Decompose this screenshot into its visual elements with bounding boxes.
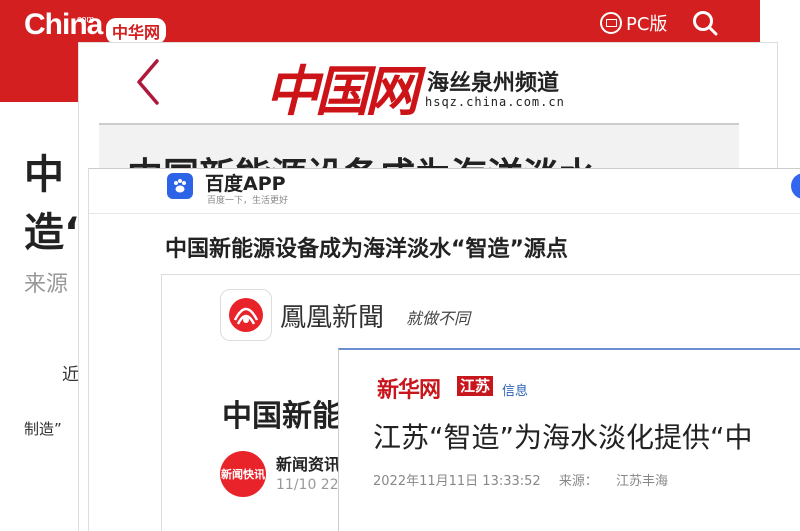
xinhua-page: 新华网 江苏 信息 江苏“智造”为海水淡化提供“中 2022年11月11日 13… <box>338 348 800 531</box>
news-source-date: 11/10 22 <box>276 477 339 493</box>
ifeng-slogan: 就做不同 <box>406 309 471 328</box>
baidu-paw-icon[interactable] <box>167 173 193 199</box>
chinacom-article-title: 中 造“ <box>24 146 91 262</box>
chinacom-source: 来源 <box>24 272 69 297</box>
xinhua-region-tag[interactable]: 江苏 <box>457 376 494 396</box>
xinhua-section-label[interactable]: 信息 <box>502 380 528 399</box>
xinhua-logo[interactable]: 新华网 <box>377 372 441 404</box>
chinacom-logo-com: com <box>77 14 95 24</box>
baidu-app-name: 百度APP <box>205 173 286 195</box>
open-app-circle-icon[interactable] <box>791 173 800 199</box>
xinhua-date: 2022年11月11日 13:33:52 <box>373 474 541 489</box>
pc-version-label: PC版 <box>626 14 668 35</box>
news-source-name[interactable]: 新闻资讯 <box>276 451 340 475</box>
xinhua-source-label: 来源： <box>558 474 598 489</box>
xinhua-source-value: 江苏丰海 <box>615 474 668 489</box>
ifeng-brand-name: 鳳凰新聞 <box>280 303 385 333</box>
hsqz-logo[interactable]: 中国网 <box>265 47 419 126</box>
baidu-slogan: 百度一下，生活更好 <box>207 196 289 206</box>
ifeng-article-title: 中国新能 <box>222 399 342 434</box>
hsqz-channel-name: 海丝泉州频道 <box>427 71 560 96</box>
search-icon[interactable] <box>692 10 718 36</box>
chinacom-paragraph: 近 <box>62 365 79 385</box>
hsqz-url: hsqz.china.com.cn <box>425 95 565 109</box>
chinacom-badge[interactable]: 中华网 <box>106 18 167 44</box>
monitor-icon <box>600 12 622 34</box>
chinacom-title-line2: 造“ <box>24 210 91 256</box>
news-source-avatar[interactable]: 新闻快讯 <box>220 451 266 497</box>
baidu-article-title: 中国新能源设备成为海洋淡水“智造”源点 <box>165 237 568 262</box>
xinhua-article-title: 江苏“智造”为海水淡化提供“中 <box>373 421 753 454</box>
ifeng-logo-icon[interactable] <box>220 289 272 341</box>
pc-version-button[interactable]: PC版 <box>600 10 667 36</box>
baidu-header: 百度APP 百度一下，生活更好 <box>89 169 800 214</box>
back-arrow-icon[interactable] <box>133 57 163 107</box>
chinacom-title-line1: 中 <box>24 152 64 198</box>
xinhua-article-meta: 2022年11月11日 13:33:52 来源： 江苏丰海 <box>373 470 682 489</box>
chinacom-paragraph: 制造” <box>24 420 62 438</box>
